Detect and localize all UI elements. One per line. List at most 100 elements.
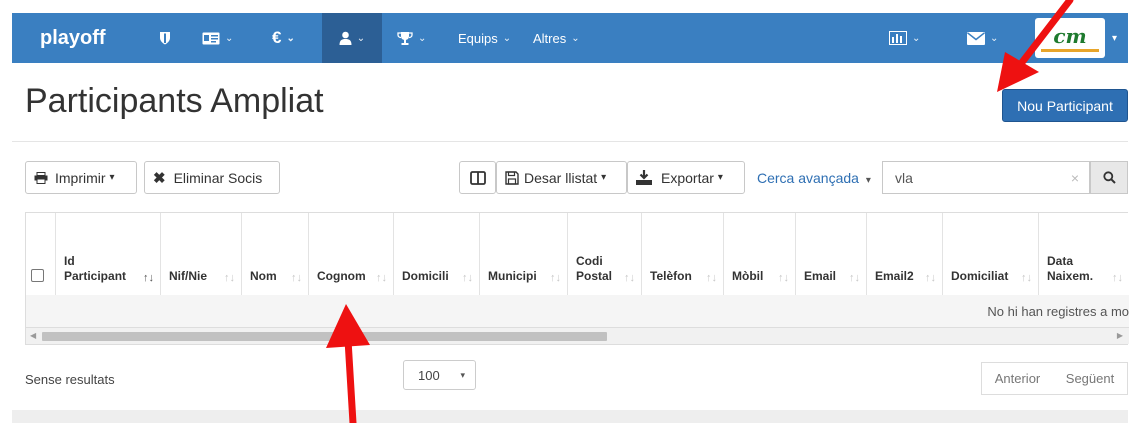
column-header-mobile[interactable]: Mòbil ↑↓ [724, 213, 796, 295]
footer-band [12, 410, 1128, 423]
column-header-cognom[interactable]: Cognom ↑↓ [309, 213, 394, 295]
sort-icon: ↑↓ [706, 272, 717, 284]
chevron-down-icon: ⌄ [912, 32, 921, 44]
nav-messages-menu[interactable]: ⌄ [967, 13, 1017, 63]
scroll-right-icon[interactable]: ▶ [1117, 331, 1123, 340]
nav-others-menu[interactable]: Altres ⌄ [533, 13, 580, 63]
save-list-button[interactable]: Desar llistat ▾ [496, 161, 627, 194]
column-header-nif[interactable]: Nif/Nie ↑↓ [161, 213, 242, 295]
chevron-down-icon: ⌄ [286, 32, 295, 44]
sort-icon: ↑↓ [849, 272, 860, 284]
download-icon [636, 170, 652, 185]
previous-page-button[interactable]: Anterior [981, 362, 1054, 395]
scrollbar-thumb[interactable] [42, 332, 607, 341]
page-title: Participants Ampliat [25, 82, 324, 120]
nav-members-menu[interactable]: ⌄ [202, 13, 256, 63]
close-icon: ✖ [153, 169, 166, 187]
page-size-select[interactable]: 100 ▾ [403, 360, 476, 390]
sort-icon: ↑↓ [291, 272, 302, 284]
caret-down-icon: ▾ [717, 172, 723, 183]
sort-icon: ↑↓ [376, 272, 387, 284]
sort-icon: ↑↓ [925, 272, 936, 284]
table-header-row: Id Participant ↑↓ Nif/Nie ↑↓ Nom ↑↓ Cogno… [26, 213, 1129, 296]
column-header-postal-code[interactable]: Codi Postal ↑↓ [568, 213, 642, 295]
chevron-down-icon: ⌄ [571, 32, 580, 44]
caret-down-icon: ▾ [865, 175, 871, 186]
shield-icon[interactable] [152, 13, 178, 63]
bar-chart-icon [889, 31, 907, 45]
scroll-left-icon[interactable]: ◀ [30, 331, 36, 340]
nav-teams-menu[interactable]: Equips ⌄ [458, 13, 511, 63]
advanced-search-link[interactable]: Cerca avançada ▾ [757, 170, 871, 186]
top-navbar: playoff ⌄ € ⌄ ⌄ ⌄ Equips ⌄ Altres ⌄ ⌄ ⌄ … [12, 13, 1128, 63]
sort-icon: ↑↓ [1021, 272, 1032, 284]
sort-icon: ↑↓ [778, 272, 789, 284]
column-header-nom[interactable]: Nom ↑↓ [242, 213, 309, 295]
sort-icon: ↑↓ [550, 272, 561, 284]
page-size-value: 100 [418, 367, 440, 383]
chevron-down-icon: ⌄ [990, 32, 999, 44]
select-all-header [26, 213, 56, 295]
chevron-down-icon: ⌄ [356, 32, 366, 44]
columns-icon [469, 170, 486, 185]
sort-icon: ↑↓ [224, 272, 235, 284]
results-count: Sense resultats [25, 372, 115, 387]
sort-icon: ↑↓ [462, 272, 473, 284]
chevron-down-icon: ⌄ [225, 32, 234, 44]
column-header-email[interactable]: Email ↑↓ [796, 213, 867, 295]
search-button[interactable] [1090, 161, 1128, 194]
search-input[interactable]: vla × [882, 161, 1090, 194]
print-label: Imprimir [55, 169, 106, 186]
caret-down-icon: ▾ [109, 172, 115, 183]
export-label: Exportar [661, 169, 714, 186]
columns-toggle-button[interactable] [459, 161, 496, 194]
user-icon [339, 31, 352, 45]
table-row: No hi han registres a mo [26, 295, 1129, 328]
empty-table-message: No hi han registres a mo [987, 304, 1129, 319]
brand-logo[interactable]: playoff [40, 13, 106, 63]
print-button[interactable]: Imprimir ▾ [25, 161, 137, 194]
nav-teams-label: Equips [458, 30, 498, 46]
floppy-disk-icon [505, 170, 519, 185]
divider [12, 141, 1128, 142]
chevron-down-icon: ⌄ [502, 32, 512, 44]
export-button[interactable]: Exportar ▾ [627, 161, 745, 194]
column-header-phone[interactable]: Telèfon ↑↓ [642, 213, 724, 295]
chevron-down-icon[interactable]: ▾ [1112, 13, 1117, 63]
printer-icon [34, 171, 48, 184]
horizontal-scrollbar[interactable]: ◀ ▶ [26, 328, 1129, 344]
column-header-birthdate[interactable]: Data Naixem. ↑↓ [1039, 213, 1129, 295]
nav-others-label: Altres [533, 30, 567, 46]
search-input-value: vla [895, 169, 913, 186]
nav-competitions-menu[interactable]: ⌄ [397, 13, 445, 63]
save-list-label: Desar llistat [524, 169, 598, 186]
participants-table: Id Participant ↑↓ Nif/Nie ↑↓ Nom ↑↓ Cogno… [25, 212, 1129, 345]
select-all-checkbox[interactable] [31, 269, 44, 282]
sort-icon: ↑↓ [624, 272, 635, 284]
nav-finance-menu[interactable]: € ⌄ [272, 13, 316, 63]
euro-icon: € [272, 28, 282, 47]
column-header-domiciliat[interactable]: Domiciliat ↑↓ [943, 213, 1039, 295]
delete-members-button[interactable]: ✖ Eliminar Socis [144, 161, 280, 194]
sort-icon: ↑↓ [1112, 272, 1123, 284]
delete-members-label: Eliminar Socis [173, 169, 263, 186]
caret-down-icon: ▾ [601, 172, 607, 183]
column-header-id[interactable]: Id Participant ↑↓ [56, 213, 161, 295]
id-card-icon [202, 32, 220, 44]
search-icon [1102, 171, 1116, 184]
advanced-search-label: Cerca avançada [757, 170, 859, 186]
caret-down-icon: ▾ [460, 370, 465, 380]
column-header-municipi[interactable]: Municipi ↑↓ [480, 213, 568, 295]
next-page-button[interactable]: Següent [1053, 362, 1128, 395]
column-header-email2[interactable]: Email2 ↑↓ [867, 213, 943, 295]
new-participant-button[interactable]: Nou Participant [1002, 89, 1128, 122]
nav-participants-menu[interactable]: ⌄ [322, 13, 382, 63]
trophy-icon [397, 32, 413, 45]
sort-icon: ↑↓ [143, 272, 154, 284]
chevron-down-icon: ⌄ [418, 32, 427, 44]
nav-reports-menu[interactable]: ⌄ [889, 13, 939, 63]
clear-search-icon[interactable]: × [1071, 170, 1079, 186]
envelope-icon [967, 31, 985, 45]
column-header-domicili[interactable]: Domicili ↑↓ [394, 213, 480, 295]
organization-logo[interactable]: cm [1035, 18, 1105, 58]
